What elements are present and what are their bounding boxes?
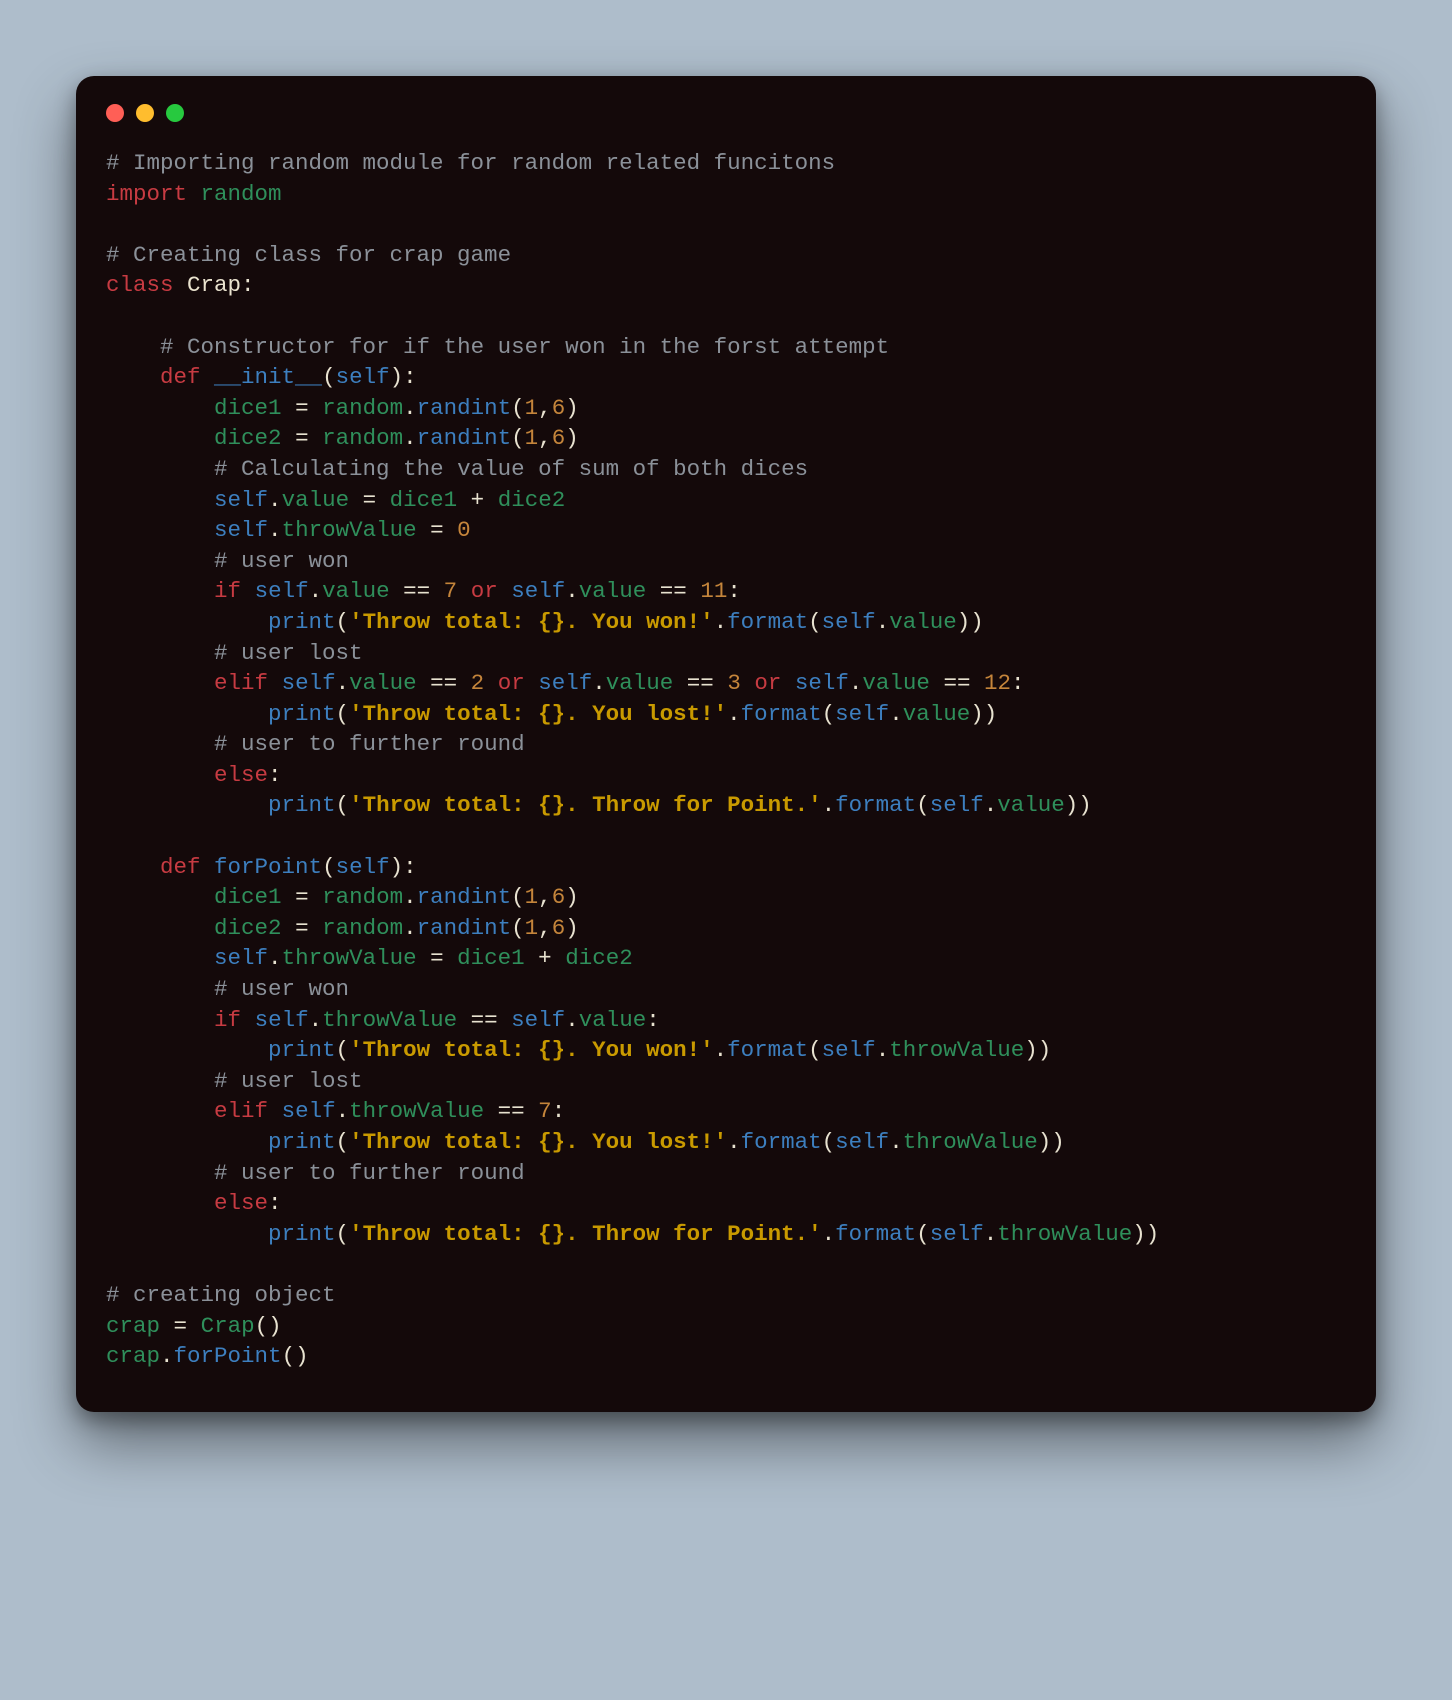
close-icon[interactable] (106, 104, 124, 122)
code-block: # Importing random module for random rel… (106, 148, 1346, 1372)
minimize-icon[interactable] (136, 104, 154, 122)
code-window: # Importing random module for random rel… (76, 76, 1376, 1412)
window-traffic-lights (106, 104, 1346, 122)
maximize-icon[interactable] (166, 104, 184, 122)
